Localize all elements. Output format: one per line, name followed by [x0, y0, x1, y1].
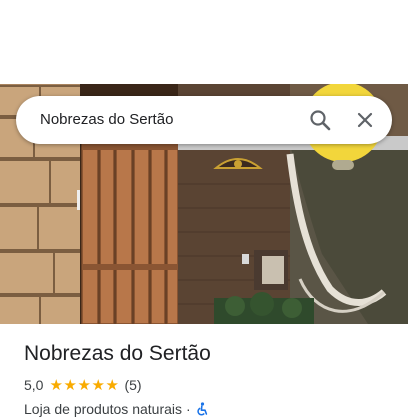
- search-input[interactable]: Nobrezas do Sertão: [40, 96, 173, 144]
- wheelchair-icon: [197, 402, 207, 416]
- star-icon: ★: [105, 376, 119, 394]
- search-icon: [310, 110, 331, 131]
- place-title: Nobrezas do Sertão: [24, 342, 211, 365]
- rating-value: 5,0: [24, 377, 44, 393]
- star-icon: ★: [49, 376, 63, 394]
- place-category: Loja de produtos naturais: [24, 401, 182, 417]
- search-button[interactable]: [304, 104, 336, 136]
- star-icon: ★: [91, 376, 105, 394]
- star-icon: ★: [63, 376, 77, 394]
- star-icon: ★: [77, 376, 91, 394]
- close-button[interactable]: [349, 104, 381, 136]
- review-count-link[interactable]: (5): [124, 377, 141, 393]
- search-bar[interactable]: Nobrezas do Sertão: [16, 96, 392, 144]
- star-rating: ★ ★ ★ ★ ★: [49, 378, 119, 393]
- separator-dot: ·: [186, 401, 191, 417]
- place-info-panel: Nobrezas do Sertão 5,0 ★ ★ ★ ★ ★ (5) Loj…: [0, 324, 408, 417]
- category-row: Loja de produtos naturais ·: [24, 399, 209, 419]
- close-icon: [357, 112, 373, 128]
- top-blank-area: [0, 0, 408, 84]
- rating-row: 5,0 ★ ★ ★ ★ ★ (5): [24, 376, 142, 394]
